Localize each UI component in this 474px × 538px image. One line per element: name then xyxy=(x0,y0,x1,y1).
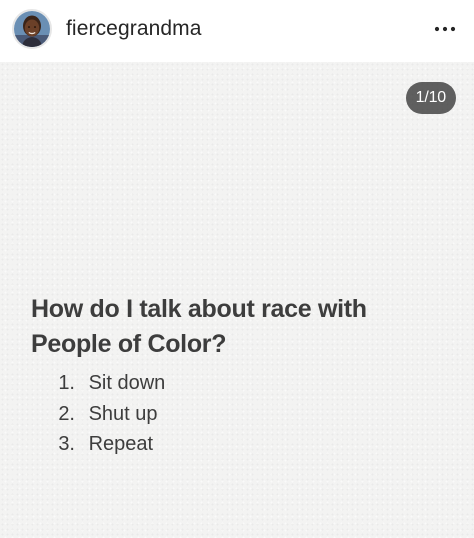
instagram-post: fiercegrandma 1/10 How do I talk about r… xyxy=(0,0,474,538)
list-item-number: 3. xyxy=(58,433,75,455)
list-item-number: 2. xyxy=(58,402,75,425)
username[interactable]: fiercegrandma xyxy=(66,17,202,41)
avatar-photo-icon xyxy=(14,11,50,47)
list-item-text: Sit down xyxy=(88,372,166,394)
list-item: 1. Sit down xyxy=(31,368,451,399)
list-item: 3. Repeat xyxy=(31,429,451,460)
slide-question: How do I talk about race with People of … xyxy=(31,295,367,358)
avatar[interactable] xyxy=(12,9,52,49)
post-header: fiercegrandma xyxy=(0,0,474,62)
list-item-text: Repeat xyxy=(88,433,154,455)
slide-content: How do I talk about race with People of … xyxy=(31,292,451,460)
answer-list: 1. Sit down 2. Shut up 3. Repeat xyxy=(31,368,451,460)
carousel-counter: 1/10 xyxy=(405,82,456,114)
list-item-number: 1. xyxy=(58,372,75,394)
list-item-text: Shut up xyxy=(88,402,158,425)
list-item: 2. Shut up xyxy=(31,399,451,430)
post-image[interactable]: 1/10 How do I talk about race with Peopl… xyxy=(0,62,474,538)
more-options-icon[interactable] xyxy=(430,14,460,44)
